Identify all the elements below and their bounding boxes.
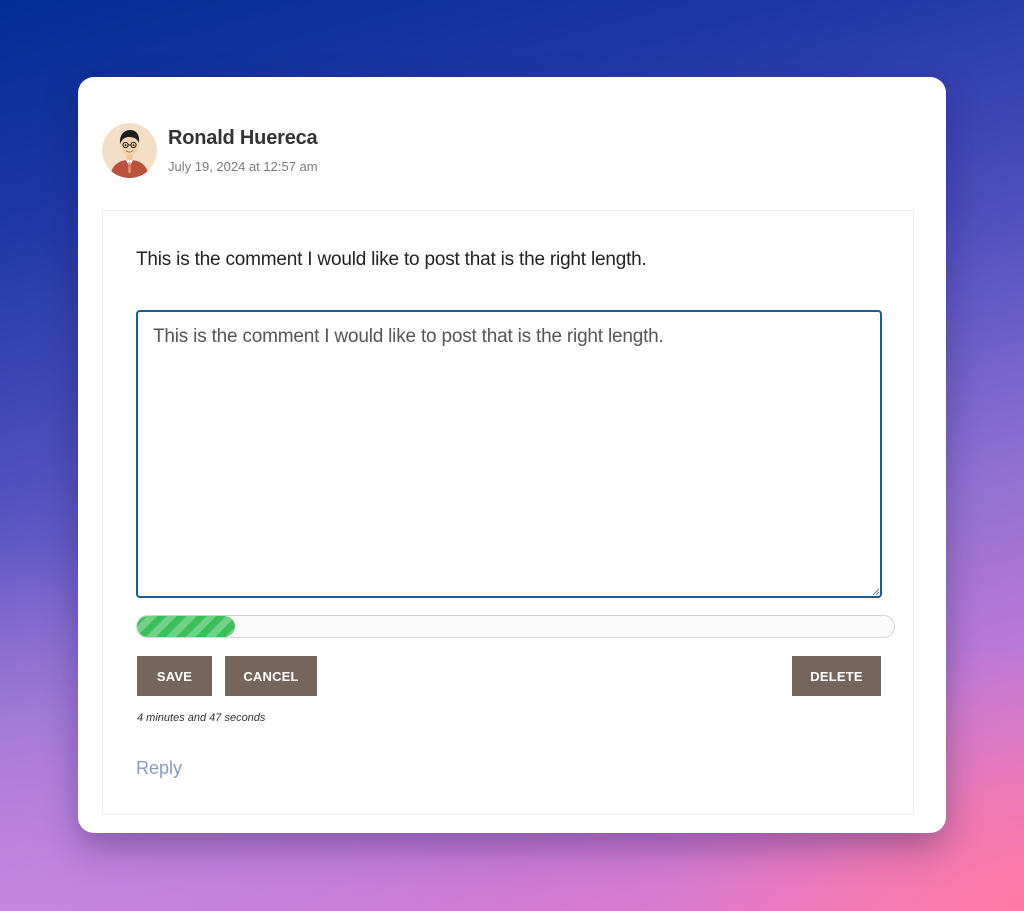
comment-author: Ronald Huereca: [168, 127, 318, 149]
comment-text: This is the comment I would like to post…: [136, 249, 647, 270]
comment-body-panel: This is the comment I would like to post…: [102, 210, 914, 815]
edit-timer-text: 4 minutes and 47 seconds: [137, 712, 266, 724]
save-button[interactable]: SAVE: [137, 656, 212, 696]
comment-edit-textarea[interactable]: [136, 310, 882, 598]
comment-timestamp: July 19, 2024 at 12:57 am: [168, 159, 318, 174]
resize-handle-icon[interactable]: [871, 587, 880, 596]
delete-button[interactable]: DELETE: [792, 656, 881, 696]
length-progress-fill: [137, 616, 236, 637]
person-avatar-icon: [102, 123, 157, 178]
reply-link[interactable]: Reply: [136, 758, 182, 779]
length-progress-bar: [136, 615, 895, 638]
cancel-button[interactable]: CANCEL: [225, 656, 317, 696]
comment-card: Ronald Huereca July 19, 2024 at 12:57 am…: [78, 77, 946, 833]
